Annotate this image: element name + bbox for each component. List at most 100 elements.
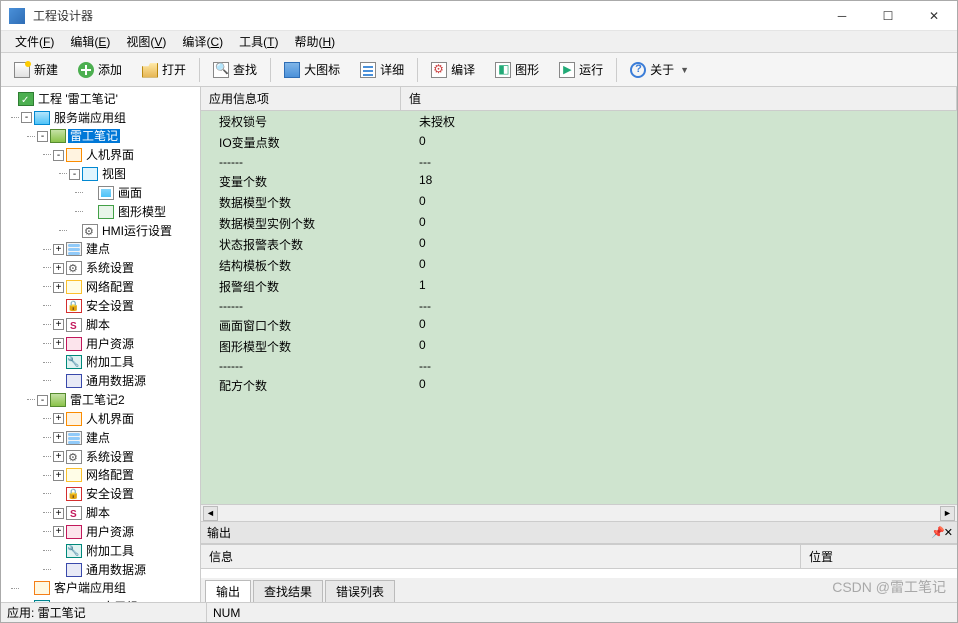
info-row[interactable]: --------- <box>201 357 957 375</box>
expand-icon[interactable]: + <box>53 338 64 349</box>
menu-compile[interactable]: 编译(C) <box>174 31 231 52</box>
tree-io-group[interactable]: IOServer应用组 <box>21 597 198 602</box>
expand-icon[interactable]: + <box>53 526 64 537</box>
tree-datasrc[interactable]: 通用数据源 <box>53 371 198 390</box>
open-button[interactable]: 打开 <box>133 56 195 84</box>
collapse-icon[interactable]: - <box>37 131 48 142</box>
minimize-button[interactable]: ─ <box>819 1 865 31</box>
info-cell-value: 0 <box>401 255 957 276</box>
expand-icon[interactable]: + <box>53 470 64 481</box>
tree-hmi-run[interactable]: HMI运行设置 <box>69 221 198 240</box>
menu-tools[interactable]: 工具(T) <box>231 31 286 52</box>
tree-hmi2[interactable]: +人机界面 <box>53 409 198 428</box>
compile-button[interactable]: 编译 <box>422 56 484 84</box>
info-col-item[interactable]: 应用信息项 <box>201 87 401 110</box>
info-row[interactable]: --------- <box>201 153 957 171</box>
tab-error-list[interactable]: 错误列表 <box>325 580 395 602</box>
horizontal-scrollbar[interactable]: ◄ ► <box>201 504 957 521</box>
expand-icon[interactable]: + <box>53 432 64 443</box>
script-icon <box>66 318 82 332</box>
expand-icon[interactable]: + <box>53 451 64 462</box>
info-row[interactable]: --------- <box>201 297 957 315</box>
about-button[interactable]: 关于▼ <box>621 56 698 84</box>
tree-app2[interactable]: -雷工笔记2 +人机界面 +建点 +系统设置 +网络配置 安全设置 +脚本 +用… <box>37 390 198 578</box>
tree-app1[interactable]: -雷工笔记 -人机界面 -视图 画面 图形模型 <box>37 127 198 391</box>
info-row[interactable]: 报警组个数1 <box>201 276 957 297</box>
tree-addtool[interactable]: 附加工具 <box>53 353 198 372</box>
expand-icon[interactable]: + <box>53 319 64 330</box>
tree-view[interactable]: -视图 画面 图形模型 <box>69 164 198 220</box>
tree-syscfg[interactable]: +系统设置 <box>53 258 198 277</box>
info-row[interactable]: 画面窗口个数0 <box>201 315 957 336</box>
scroll-right-icon[interactable]: ► <box>940 506 955 521</box>
expand-icon[interactable]: + <box>53 244 64 255</box>
info-cell-value: 0 <box>401 234 957 255</box>
info-row[interactable]: IO变量点数0 <box>201 132 957 153</box>
tab-output[interactable]: 输出 <box>205 580 251 602</box>
collapse-icon[interactable]: - <box>21 112 32 123</box>
output-col-message[interactable]: 信息 <box>201 545 801 568</box>
tree-netcfg[interactable]: +网络配置 <box>53 277 198 296</box>
tree-datasrc2[interactable]: 通用数据源 <box>53 560 198 579</box>
tree-netcfg2[interactable]: +网络配置 <box>53 466 198 485</box>
tree-userres2[interactable]: +用户资源 <box>53 522 198 541</box>
shape-button[interactable]: 图形 <box>486 56 548 84</box>
add-button[interactable]: 添加 <box>69 56 131 84</box>
new-icon <box>14 62 30 78</box>
tree-tags[interactable]: +建点 <box>53 240 198 259</box>
tree-root[interactable]: 工程 '雷工笔记' -服务端应用组 -雷工笔记 -人机界面 -视图 <box>5 89 198 602</box>
tree-syscfg2[interactable]: +系统设置 <box>53 447 198 466</box>
output-title-bar: 输出 📌 ✕ <box>201 522 957 544</box>
run-button[interactable]: 运行 <box>550 56 612 84</box>
tree-tags2[interactable]: +建点 <box>53 428 198 447</box>
tree-gmodel[interactable]: 图形模型 <box>85 202 198 221</box>
menu-view[interactable]: 视图(V) <box>118 31 174 52</box>
close-button[interactable]: ✕ <box>911 1 957 31</box>
app-icon <box>50 129 66 143</box>
tree-seccfg[interactable]: 安全设置 <box>53 296 198 315</box>
info-col-value[interactable]: 值 <box>401 87 957 110</box>
tree-script2[interactable]: +脚本 <box>53 503 198 522</box>
tree-userres[interactable]: +用户资源 <box>53 334 198 353</box>
tree-seccfg2[interactable]: 安全设置 <box>53 484 198 503</box>
details-button[interactable]: 详细 <box>351 56 413 84</box>
info-row[interactable]: 配方个数0 <box>201 375 957 396</box>
large-icons-button[interactable]: 大图标 <box>275 56 349 84</box>
info-row[interactable]: 数据模型个数0 <box>201 192 957 213</box>
database-icon <box>66 431 82 445</box>
info-row[interactable]: 变量个数18 <box>201 171 957 192</box>
datasource-icon <box>66 374 82 388</box>
info-body[interactable]: 授权锁号未授权IO变量点数0---------变量个数18数据模型个数0数据模型… <box>201 111 957 504</box>
info-row[interactable]: 数据模型实例个数0 <box>201 213 957 234</box>
tree-server-group[interactable]: -服务端应用组 -雷工笔记 -人机界面 -视图 画面 <box>21 108 198 579</box>
menu-help[interactable]: 帮助(H) <box>286 31 343 52</box>
info-row[interactable]: 结构模板个数0 <box>201 255 957 276</box>
project-tree-pane[interactable]: 工程 '雷工笔记' -服务端应用组 -雷工笔记 -人机界面 -视图 <box>1 87 201 602</box>
info-cell-value: --- <box>401 153 957 171</box>
tree-script[interactable]: +脚本 <box>53 315 198 334</box>
info-row[interactable]: 图形模型个数0 <box>201 336 957 357</box>
collapse-icon[interactable]: - <box>69 169 80 180</box>
tab-find-results[interactable]: 查找结果 <box>253 580 323 602</box>
tree-hmi[interactable]: -人机界面 -视图 画面 图形模型 <box>53 145 198 239</box>
collapse-icon[interactable]: - <box>37 395 48 406</box>
output-body[interactable] <box>201 569 957 578</box>
output-col-location[interactable]: 位置 <box>801 545 957 568</box>
maximize-button[interactable]: ☐ <box>865 1 911 31</box>
tree-addtool2[interactable]: 附加工具 <box>53 541 198 560</box>
info-row[interactable]: 授权锁号未授权 <box>201 111 957 132</box>
info-row[interactable]: 状态报警表个数0 <box>201 234 957 255</box>
expand-icon[interactable]: + <box>53 508 64 519</box>
expand-icon[interactable]: + <box>53 282 64 293</box>
menu-file[interactable]: 文件(F) <box>7 31 62 52</box>
menu-edit[interactable]: 编辑(E) <box>62 31 118 52</box>
expand-icon[interactable]: + <box>53 413 64 424</box>
scroll-left-icon[interactable]: ◄ <box>203 506 218 521</box>
tree-client-group[interactable]: 客户端应用组 <box>21 579 198 598</box>
collapse-icon[interactable]: - <box>53 150 64 161</box>
expand-icon[interactable]: + <box>53 263 64 274</box>
new-button[interactable]: 新建 <box>5 56 67 84</box>
pin-close-icons[interactable]: 📌 ✕ <box>931 526 951 539</box>
find-button[interactable]: 查找 <box>204 56 266 84</box>
tree-screen[interactable]: 画面 <box>85 183 198 202</box>
